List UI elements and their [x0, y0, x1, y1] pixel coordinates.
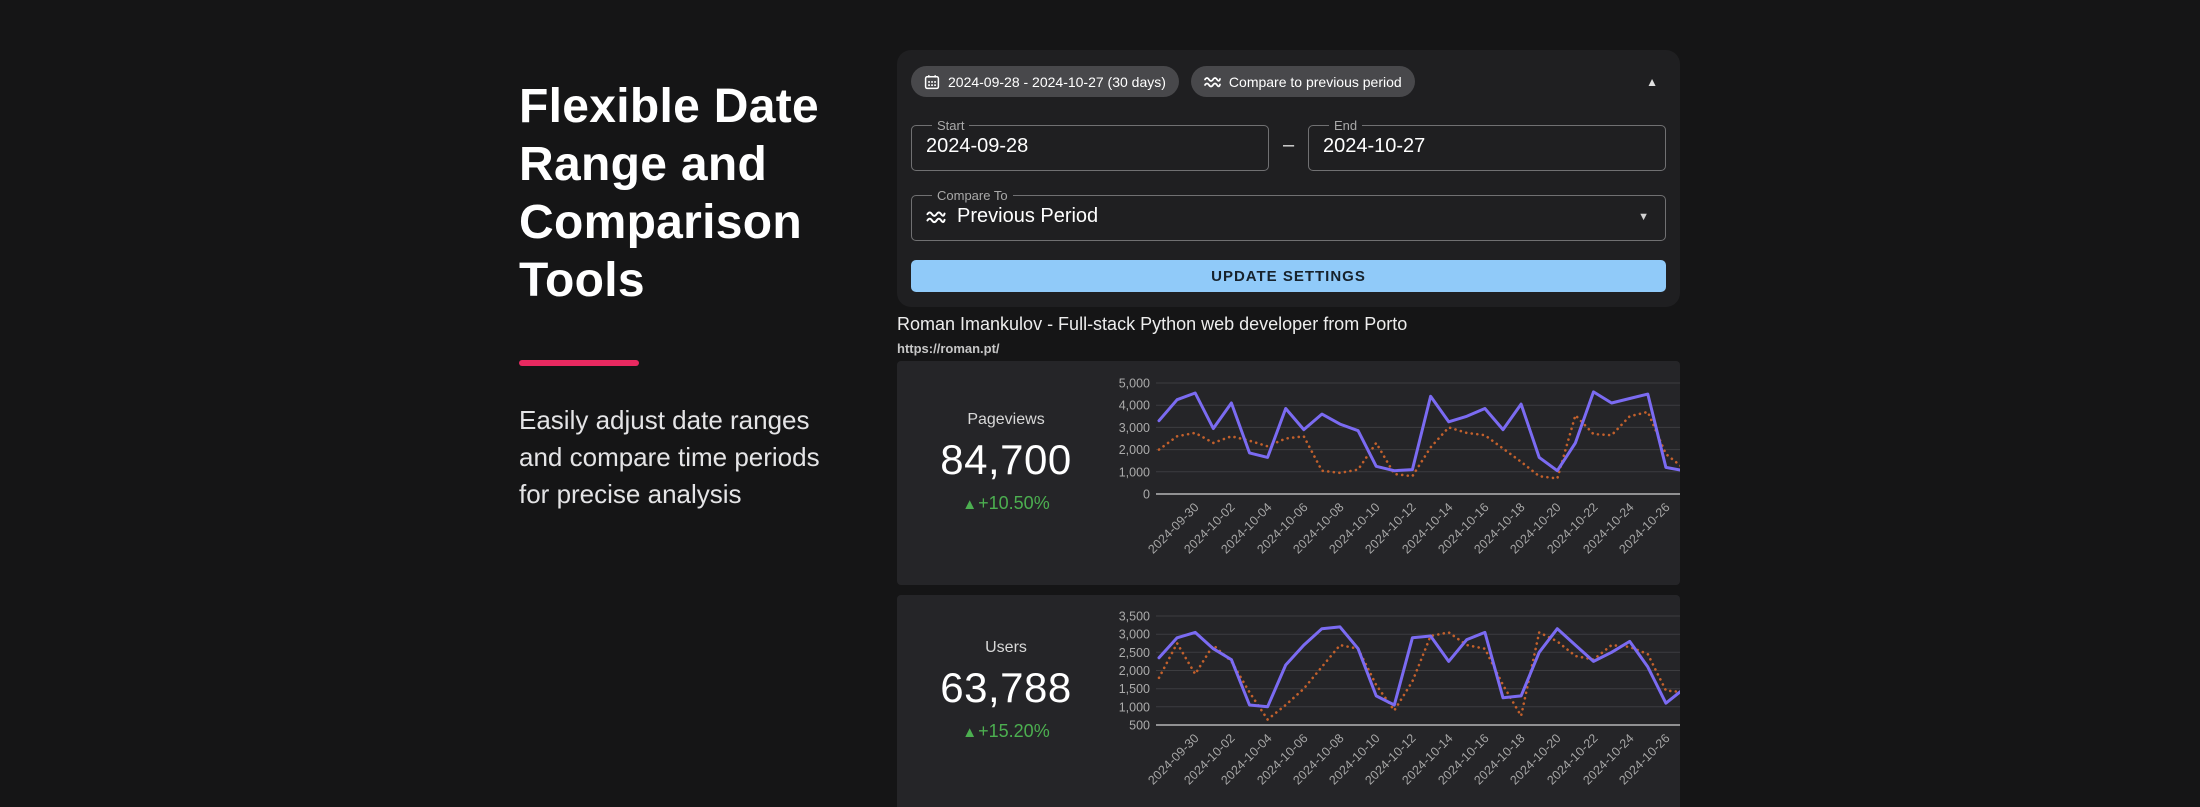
pageviews-chart: 01,0002,0003,0004,0005,000 — [1119, 377, 1680, 501]
site-title: Roman Imankulov - Full-stack Python web … — [897, 314, 1408, 334]
y-tick-label: 4,000 — [1119, 399, 1150, 413]
page: { "theme": { "accent_pink": "#e82960", "… — [0, 0, 2200, 807]
collapse-panel-button[interactable]: ▲ — [1646, 76, 1658, 88]
y-tick-label: 1,500 — [1119, 682, 1150, 696]
compare-to-value: Previous Period — [957, 205, 1099, 227]
start-date-value[interactable]: 2024-09-28 — [926, 135, 1254, 158]
users-chart: 5001,0001,5002,0002,5003,0003,500 — [1119, 610, 1680, 733]
compare-to-select[interactable]: Compare To Previous Period ▼ — [911, 189, 1666, 241]
date-range-separator: – — [1282, 133, 1295, 156]
pageviews-x-axis-labels: 2024-09-30 2024-10-02 2024-10-04 2024-10-06… — [1101, 496, 1680, 582]
y-tick-label: 2,000 — [1119, 664, 1150, 678]
metric-change: ▲+10.50% — [962, 493, 1049, 514]
pageviews-stat: Pageviews 84,700 ▲+10.50% — [897, 361, 1101, 585]
compare-pill[interactable]: Compare to previous period — [1190, 66, 1415, 97]
end-date-field[interactable]: End 2024-10-27 — [1308, 119, 1666, 171]
chevron-down-icon: ▼ — [1638, 210, 1649, 223]
compare-to-value-row: Previous Period ▼ — [926, 205, 1651, 228]
y-tick-label: 3,500 — [1119, 610, 1150, 624]
chevron-up-icon: ▲ — [1646, 74, 1658, 89]
waves-icon — [926, 210, 946, 223]
site-url: https://roman.pt/ — [897, 341, 1000, 356]
page-title: Flexible Date Range and Comparison Tools — [519, 80, 820, 307]
y-tick-label: 2,500 — [1119, 646, 1150, 660]
date-settings-panel: 2024-09-28 - 2024-10-27 (30 days) Compar… — [897, 50, 1680, 307]
site-header: Roman Imankulov - Full-stack Python web … — [897, 314, 1680, 356]
compare-to-label: Compare To — [937, 188, 1008, 203]
current-period-line — [1157, 625, 1680, 709]
demo-column: 2024-09-28 - 2024-10-27 (30 days) Compar… — [897, 50, 1680, 807]
metric-label: Users — [985, 638, 1027, 656]
current-period-line — [1157, 390, 1680, 473]
date-range-pill[interactable]: 2024-09-28 - 2024-10-27 (30 days) — [911, 66, 1179, 97]
y-tick-label: 5,000 — [1119, 377, 1150, 391]
compare-pill-label: Compare to previous period — [1228, 73, 1402, 90]
start-date-field[interactable]: Start 2024-09-28 — [911, 119, 1269, 171]
metric-value: 63,788 — [940, 663, 1072, 711]
calendar-icon — [924, 74, 940, 89]
arrow-up-icon: ▲ — [962, 723, 978, 741]
y-tick-label: 1,000 — [1119, 700, 1150, 714]
end-date-value[interactable]: 2024-10-27 — [1323, 135, 1651, 158]
metric-label: Pageviews — [967, 410, 1045, 428]
y-tick-label: 2,000 — [1119, 443, 1150, 457]
pageviews-card: Pageviews 84,700 ▲+10.50% 0 1,000 2,000 3,0… — [897, 361, 1680, 585]
end-date-label: End — [1334, 118, 1358, 133]
start-date-label: Start — [937, 118, 965, 133]
y-tick-label: 3,000 — [1119, 421, 1150, 435]
page-subtitle: Easily adjust date ranges and compare ti… — [519, 405, 820, 509]
hero-section: Flexible Date Range and Comparison Tools… — [519, 78, 871, 513]
y-tick-label: 3,000 — [1119, 628, 1150, 642]
pageviews-chart-area: 0 1,000 2,000 3,000 4,000 5,000 2024-09-30 202… — [1101, 361, 1680, 585]
users-stat: Users 63,788 ▲+15.20% — [897, 595, 1101, 807]
y-tick-label: 1,000 — [1119, 465, 1150, 479]
update-settings-button[interactable]: UPDATE SETTINGS — [911, 260, 1666, 292]
metric-change-value: +10.50% — [978, 492, 1050, 513]
summary-pills-row: 2024-09-28 - 2024-10-27 (30 days) Compar… — [911, 66, 1666, 97]
metric-change-value: +15.20% — [978, 720, 1050, 741]
users-x-axis-labels: 2024-09-30 2024-10-02 2024-10-04 2024-10-06… — [1101, 727, 1680, 807]
metric-change: ▲+15.20% — [962, 721, 1049, 742]
date-range-pill-label: 2024-09-28 - 2024-10-27 (30 days) — [948, 73, 1166, 90]
date-fields-row: Start 2024-09-28 – End 2024-10-27 — [911, 119, 1666, 171]
accent-divider — [519, 360, 639, 366]
users-card: Users 63,788 ▲+15.20% 500 1,000 1,500 2,000… — [897, 595, 1680, 807]
arrow-up-icon: ▲ — [962, 495, 978, 513]
waves-icon — [1204, 76, 1221, 87]
users-chart-area: 500 1,000 1,500 2,000 2,500 3,000 3,500 2024-0… — [1101, 595, 1680, 807]
metric-value: 84,700 — [940, 435, 1072, 483]
